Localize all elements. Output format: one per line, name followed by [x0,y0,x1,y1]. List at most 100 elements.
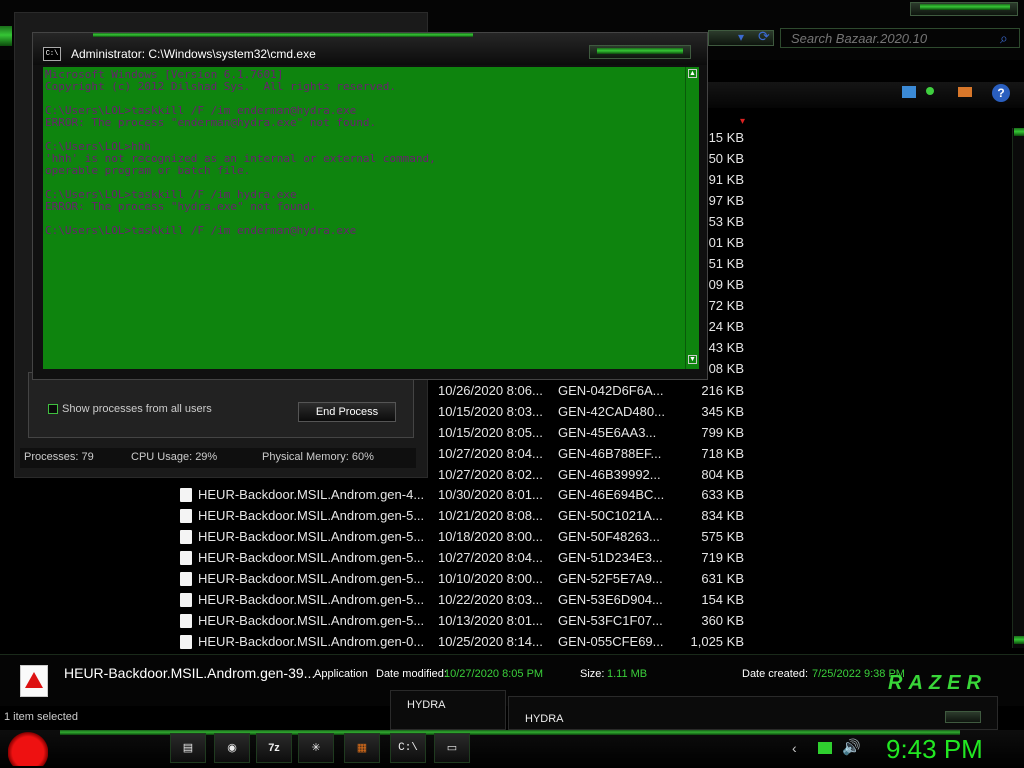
details-created-label: Date created: [742,668,809,680]
date-cell: 10/13/2020 8:01... [438,613,543,628]
scroll-down-icon[interactable]: ▼ [688,355,697,364]
size-cell: 799 KB [701,425,744,440]
file-icon [180,488,192,502]
refresh-icon[interactable]: ⟳ [758,28,770,45]
type-cell: GEN-45E6AA3... [558,425,657,440]
hydra-window[interactable]: HYDRA [508,696,998,730]
type-cell: GEN-50C1021A... [558,508,663,523]
table-row[interactable]: HEUR-Backdoor.MSIL.Androm.gen-5... 10/18/… [170,526,760,547]
cmd-scrollbar[interactable]: ▲ ▼ [685,67,699,369]
type-cell: GEN-042D6F6A... [558,383,664,398]
sevenzip-icon[interactable]: 7z [256,733,292,763]
search-input[interactable] [780,28,1020,48]
type-cell: GEN-46B788EF... [558,446,662,461]
chevron-down-icon[interactable]: ▾ [738,30,744,44]
type-cell: GEN-46E694BC... [558,487,665,502]
help-icon[interactable]: ? [992,84,1010,102]
size-cell: 575 KB [701,529,744,544]
cpu-usage: CPU Usage: 29% [131,451,218,463]
hydra-window[interactable]: HYDRA [390,690,506,730]
selection-status: 1 item selected [4,711,78,723]
table-row[interactable]: HEUR-Backdoor.MSIL.Androm.gen-0... 10/25/… [170,631,760,652]
volume-icon[interactable]: 🔊 [842,738,861,756]
date-cell: 10/15/2020 8:05... [438,425,543,440]
name-cell: HEUR-Backdoor.MSIL.Androm.gen-4... [198,487,425,502]
show-all-checkbox[interactable] [48,404,58,414]
file-icon [180,572,192,586]
name-cell: HEUR-Backdoor.MSIL.Androm.gen-5... [198,592,425,607]
table-row[interactable]: HEUR-Backdoor.MSIL.Androm.gen-5... 10/27/… [170,547,760,568]
size-cell: 718 KB [701,446,744,461]
size-cell: 719 KB [701,550,744,565]
size-cell: 834 KB [701,508,744,523]
pdf-file-icon [20,665,48,697]
cmd-console-output[interactable]: Microsoft Windows [Version 6.1.7601] Cop… [43,67,687,369]
cmd-controls-glow [597,48,683,54]
date-cell: 10/22/2020 8:03... [438,592,543,607]
name-cell: HEUR-Backdoor.MSIL.Androm.gen-5... [198,613,425,628]
table-row[interactable]: HEUR-Backdoor.MSIL.Androm.gen-5... 10/22/… [170,589,760,610]
size-cell: 154 KB [701,592,744,607]
hydra-window-controls[interactable] [945,711,981,723]
cmd-title: Administrator: C:\Windows\system32\cmd.e… [71,47,316,61]
end-process-button[interactable]: End Process [298,402,396,422]
type-cell: GEN-51D234E3... [558,550,663,565]
folder-icon[interactable] [958,87,972,97]
start-button-icon[interactable] [8,732,48,766]
file-explorer-icon[interactable]: ▤ [170,733,206,763]
task-manager-statusbar: Processes: 79 CPU Usage: 29% Physical Me… [20,448,416,468]
details-kind: Application [314,668,368,680]
size-cell: 360 KB [701,613,744,628]
date-cell: 10/27/2020 8:04... [438,446,543,461]
cmd-titlebar[interactable]: C:\ Administrator: C:\Windows\system32\c… [33,33,707,65]
table-row[interactable]: HEUR-Backdoor.MSIL.Androm.gen-5... 10/10/… [170,568,760,589]
name-cell: HEUR-Backdoor.MSIL.Androm.gen-5... [198,550,425,565]
virus-app-icon[interactable]: ✳ [298,733,334,763]
type-cell: GEN-52F5E7A9... [558,571,663,586]
date-cell: 10/10/2020 8:00... [438,571,543,586]
vertical-scrollbar[interactable] [1012,128,1024,648]
table-row[interactable]: HEUR-Backdoor.MSIL.Androm.gen-4... 10/30/… [170,484,760,505]
table-row[interactable]: HEUR-Backdoor.MSIL.Androm.gen-5... 10/13/… [170,610,760,631]
size-cell: 631 KB [701,571,744,586]
tray-arrow-icon[interactable]: ‹ [792,740,797,756]
name-cell: HEUR-Backdoor.MSIL.Androm.gen-0... [198,634,425,649]
network-icon[interactable] [818,742,832,754]
size-cell: 216 KB [701,383,744,398]
window-controls-glow [920,4,1010,10]
status-icon[interactable] [926,87,934,95]
date-cell: 10/30/2020 8:01... [438,487,543,502]
file-icon [180,635,192,649]
date-cell: 10/18/2020 8:00... [438,529,543,544]
name-cell: HEUR-Backdoor.MSIL.Androm.gen-5... [198,571,425,586]
monitor-icon[interactable]: ▭ [434,733,470,763]
titlebar-glow [93,33,473,37]
file-icon [180,509,192,523]
type-cell: GEN-53E6D904... [558,592,663,607]
type-cell: GEN-50F48263... [558,529,660,544]
date-cell: 10/21/2020 8:08... [438,508,543,523]
cmd-window[interactable]: C:\ Administrator: C:\Windows\system32\c… [32,32,708,380]
type-cell: GEN-53FC1F07... [558,613,663,628]
show-all-label: Show processes from all users [62,403,212,415]
window-corner-accent [0,26,12,46]
clock[interactable]: 9:43 PM [886,734,983,765]
physical-memory: Physical Memory: 60% [262,451,374,463]
table-row[interactable]: HEUR-Backdoor.MSIL.Androm.gen-5... 10/21/… [170,505,760,526]
date-cell: 10/27/2020 8:04... [438,550,543,565]
search-icon[interactable]: ⌕ [1000,30,1016,46]
cmd-taskbar-icon[interactable]: C:\ [390,733,426,763]
game-app-icon[interactable]: ▦ [344,733,380,763]
file-icon [180,551,192,565]
scroll-up-button[interactable] [1014,128,1024,136]
size-cell: 633 KB [701,487,744,502]
type-cell: GEN-055CFE69... [558,634,664,649]
sort-down-icon[interactable]: ▾ [740,116,745,127]
details-modified: 10/27/2020 8:05 PM [444,668,544,680]
chrome-icon[interactable]: ◉ [214,733,250,763]
processes-count: Processes: 79 [24,451,94,463]
scroll-up-icon[interactable]: ▲ [688,69,697,78]
preview-icon[interactable] [902,86,916,98]
type-cell: GEN-42CAD480... [558,404,665,419]
scroll-down-button[interactable] [1014,636,1024,644]
